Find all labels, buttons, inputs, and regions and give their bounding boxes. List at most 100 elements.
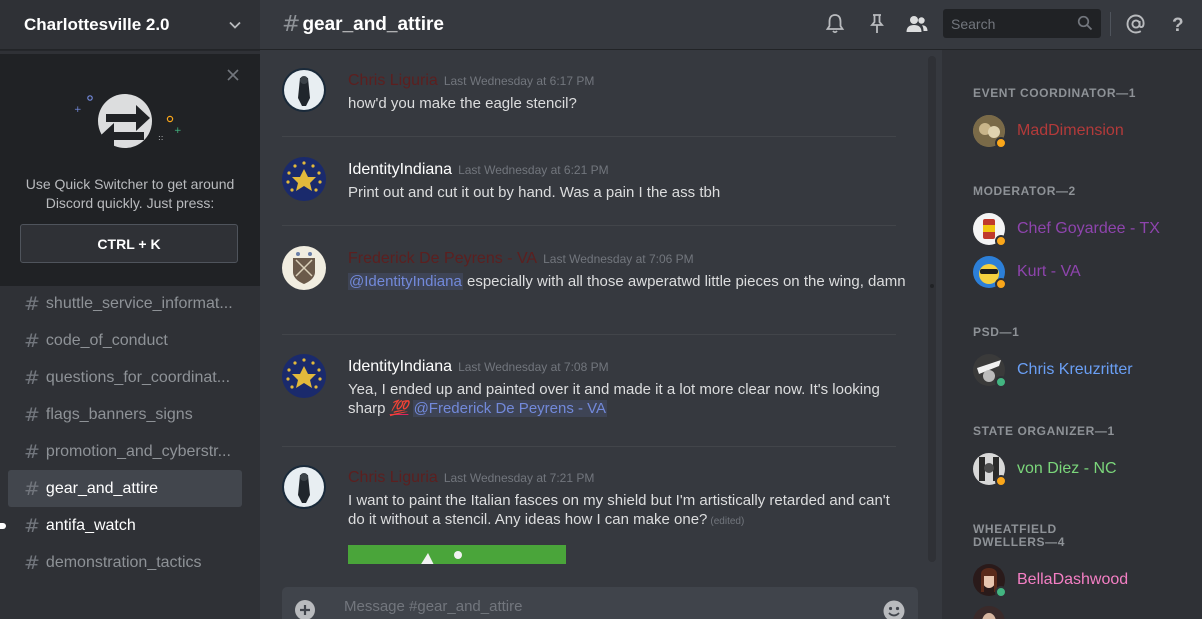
member-item[interactable]: Chris Kreuzritter [973, 353, 1133, 388]
hash-icon: # [282, 12, 301, 37]
header-divider [1110, 12, 1111, 36]
member-item[interactable]: von Diez - NC [973, 452, 1117, 487]
quick-switcher-text: Use Quick Switcher to get around Discord… [0, 175, 260, 213]
hash-icon: # [24, 329, 40, 352]
message-header: Chris Liguria Last Wednesday at 7:21 PM [348, 469, 594, 487]
message: IdentityIndiana Last Wednesday at 7:08 PM… [282, 354, 918, 448]
avatar[interactable] [282, 354, 326, 398]
emoji-icon[interactable] [882, 599, 906, 619]
avatar [973, 453, 1007, 487]
member-name: MadDimension [1017, 122, 1124, 139]
search-input[interactable] [951, 15, 1071, 32]
avatar[interactable] [282, 246, 326, 290]
server-header[interactable]: Charlottesville 2.0 [0, 0, 260, 50]
author-name[interactable]: IdentityIndiana [348, 358, 452, 375]
avatar[interactable] [282, 68, 326, 112]
hash-icon: # [24, 477, 40, 500]
edited-tag: (edited) [710, 516, 745, 527]
member-item[interactable]: Kurt - VA [973, 255, 1081, 290]
channel-demonstration-tactics[interactable]: # demonstration_tactics [8, 544, 242, 581]
message-text-content: I want to paint the Italian fasces on my… [348, 492, 890, 528]
chevron-down-icon[interactable] [228, 18, 242, 32]
message-divider [282, 225, 896, 226]
message-header: IdentityIndiana Last Wednesday at 6:21 PM [348, 161, 609, 179]
server-name: Charlottesville 2.0 [24, 14, 170, 34]
timestamp: Last Wednesday at 6:17 PM [443, 74, 595, 88]
member-item[interactable]: BellaDashwood [973, 563, 1129, 598]
message-scrollbar[interactable] [928, 56, 936, 562]
bell-icon[interactable] [823, 12, 847, 36]
svg-text:::: :: [158, 133, 163, 142]
avatar[interactable] [282, 465, 326, 509]
pin-icon[interactable] [865, 12, 889, 36]
member-item-partial[interactable] [973, 605, 1005, 619]
channel-label: code_of_conduct [45, 331, 168, 349]
channel-antifa-watch[interactable]: # antifa_watch [0, 507, 242, 544]
author-name[interactable]: Chris Liguria [348, 469, 438, 486]
message-list[interactable]: Chris Liguria Last Wednesday at 6:17 PM h… [260, 54, 942, 564]
unread-indicator [0, 522, 6, 529]
scrollbar-thumb[interactable] [930, 284, 934, 288]
channel-label: shuttle_service_informat... [45, 294, 233, 312]
status-online-icon [995, 376, 1007, 388]
member-name: BellaDashwood [1017, 571, 1129, 588]
hundred-emoji: 💯 [389, 400, 409, 417]
channel-label: promotion_and_cyberstr... [45, 442, 231, 460]
avatar [973, 354, 1007, 388]
channel-code-of-conduct[interactable]: # code_of_conduct [8, 322, 242, 359]
avatar [973, 213, 1007, 247]
message-divider [282, 136, 896, 137]
close-icon[interactable] [226, 68, 240, 82]
status-idle-icon [995, 235, 1007, 247]
message-divider [282, 334, 896, 335]
avatar[interactable] [282, 157, 326, 201]
channel-flags-banners-signs[interactable]: # flags_banners_signs [8, 396, 242, 433]
message-text: Print out and cut it out by hand. Was a … [348, 184, 721, 201]
member-item[interactable]: MadDimension [973, 114, 1124, 149]
channel-label: antifa_watch [45, 516, 136, 534]
channel-title-text: gear_and_attire [302, 13, 444, 35]
members-icon[interactable] [905, 12, 929, 36]
channel-label: demonstration_tactics [45, 553, 202, 571]
hash-icon: # [24, 403, 40, 426]
status-idle-icon [995, 137, 1007, 149]
message-input[interactable] [344, 598, 864, 615]
hash-icon: # [24, 551, 40, 574]
channel-promotion[interactable]: # promotion_and_cyberstr... [8, 433, 242, 470]
message: Frederick De Peyrens - VA Last Wednesday … [282, 246, 918, 336]
author-name[interactable]: Frederick De Peyrens - VA [348, 250, 537, 267]
search-box[interactable] [943, 9, 1101, 38]
hash-icon: # [24, 366, 40, 389]
message-text: I want to paint the Italian fasces on my… [348, 491, 908, 531]
at-icon[interactable] [1124, 12, 1148, 36]
message: IdentityIndiana Last Wednesday at 6:21 PM… [282, 157, 918, 227]
image-attachment[interactable] [348, 545, 566, 564]
avatar [973, 564, 1007, 598]
timestamp: Last Wednesday at 7:21 PM [443, 471, 595, 485]
author-name[interactable]: IdentityIndiana [348, 161, 452, 178]
message-text: Yea, I ended up and painted over it and … [348, 380, 908, 418]
hash-icon: # [24, 440, 40, 463]
quick-switcher-shortcut-button[interactable]: CTRL + K [20, 224, 238, 263]
user-mention[interactable]: @IdentityIndiana [348, 273, 463, 290]
channel-shuttle-service[interactable]: # shuttle_service_informat... [8, 285, 242, 322]
author-name[interactable]: Chris Liguria [348, 72, 438, 89]
timestamp: Last Wednesday at 7:08 PM [458, 360, 609, 374]
user-mention[interactable]: @Frederick De Peyrens - VA [412, 400, 608, 417]
upload-plus-icon[interactable] [294, 599, 316, 619]
timestamp: Last Wednesday at 6:21 PM [458, 163, 609, 177]
channel-sidebar: Charlottesville 2.0 # confirmed_particip… [0, 0, 260, 619]
channel-gear-and-attire[interactable]: # gear_and_attire [8, 470, 242, 507]
member-name: Chris Kreuzritter [1017, 361, 1133, 378]
member-item[interactable]: Chef Goyardee - TX [973, 212, 1160, 247]
member-name: Chef Goyardee - TX [1017, 220, 1160, 237]
channel-title: # gear_and_attire [282, 12, 444, 37]
channel-questions-for-coordinators[interactable]: # questions_for_coordinat... [8, 359, 242, 396]
role-header: PSD—1 [973, 325, 1020, 339]
avatar [973, 115, 1007, 149]
avatar [973, 606, 1005, 619]
member-name: von Diez - NC [1017, 460, 1117, 477]
search-icon [1077, 15, 1093, 31]
help-icon[interactable]: ? [1166, 12, 1190, 36]
status-idle-icon [995, 475, 1007, 487]
